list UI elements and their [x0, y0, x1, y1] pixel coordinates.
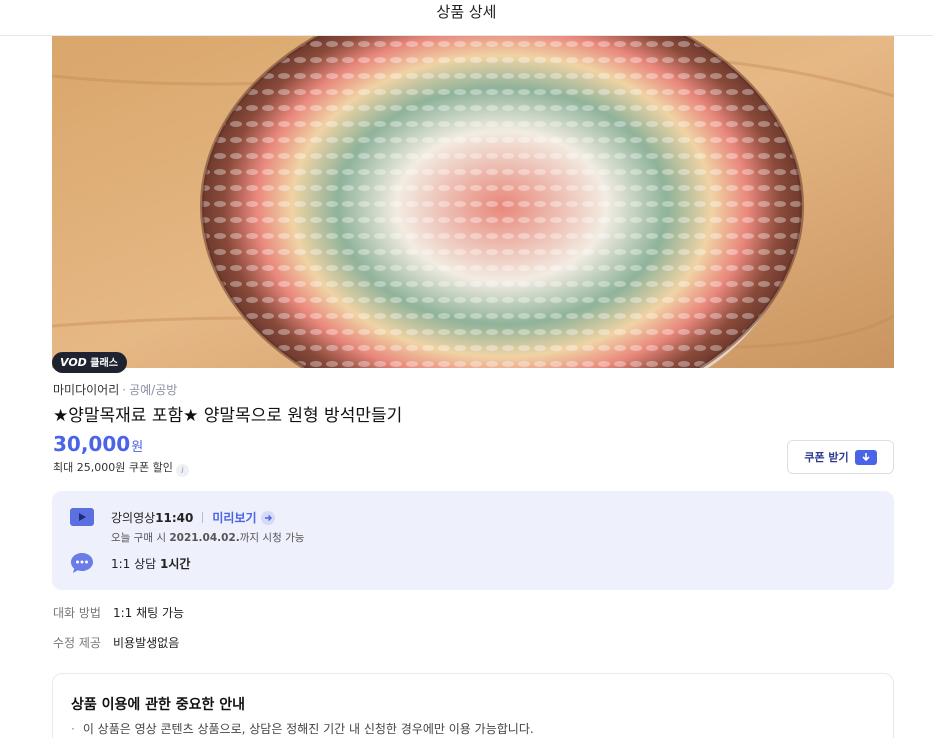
arrow-right-icon[interactable]: [260, 510, 275, 525]
detail-key: 대화 방법: [53, 606, 101, 620]
consult-label: 1:1 상담: [111, 557, 161, 571]
page-title: 상품 상세: [436, 3, 497, 21]
price-amount: 30,000: [53, 432, 131, 456]
detail-key: 수정 제공: [53, 636, 101, 650]
video-info: 강의영상 11:40 미리보기: [111, 509, 275, 526]
price: 30,000원: [53, 432, 143, 456]
consult-info: 1:1 상담 1시간: [111, 555, 190, 572]
product-title: ★양말목재료 포함★ 양말목으로 원형 방석만들기: [53, 406, 403, 426]
seller-name[interactable]: 마미다이어리: [53, 383, 119, 397]
discount-prefix: 최대: [53, 461, 77, 474]
coupon-discount-info: 최대 25,000원 쿠폰 할인 i: [53, 459, 189, 477]
product-photo-illustration: [52, 36, 894, 368]
divider: [202, 512, 204, 523]
access-suffix: 까지 시청 가능: [239, 532, 305, 544]
vod-class-badge: VOD 클래스: [52, 352, 127, 373]
product-image: [52, 36, 894, 368]
detail-row-chat-method: 대화 방법 1:1 채팅 가능: [53, 604, 184, 621]
discount-amount: 25,000원: [76, 461, 126, 474]
coupon-button-label: 쿠폰 받기: [804, 451, 849, 464]
info-icon[interactable]: i: [175, 464, 189, 477]
top-bar: 상품 상세: [0, 0, 933, 36]
detail-value: 1:1 채팅 가능: [113, 606, 185, 620]
access-date: 2021.04.02.: [169, 532, 240, 544]
video-label: 강의영상: [111, 511, 156, 525]
consult-duration: 1시간: [160, 557, 191, 571]
download-arrow-icon: [854, 449, 877, 465]
price-currency: 원: [131, 440, 144, 455]
vod-label: VOD: [60, 356, 87, 369]
chat-bubble-icon: [70, 552, 94, 578]
get-coupon-button[interactable]: 쿠폰 받기: [787, 440, 894, 474]
discount-suffix: 쿠폰 할인: [125, 461, 173, 474]
detail-value: 비용발생없음: [113, 636, 180, 650]
notice-bullet: ·: [71, 722, 75, 736]
category-link[interactable]: 공예/공방: [129, 383, 177, 397]
preview-link[interactable]: 미리보기: [212, 509, 256, 526]
notice-item: · 이 상품은 영상 콘텐츠 상품으로, 상담은 정해진 기간 내 신청한 경우에…: [71, 720, 534, 737]
play-icon: [70, 508, 94, 530]
notice-title: 상품 이용에 관한 중요한 안내: [71, 697, 246, 713]
access-prefix: 오늘 구매 시: [111, 532, 170, 544]
notice-text: 이 상품은 영상 콘텐츠 상품으로, 상담은 정해진 기간 내 신청한 경우에만…: [82, 722, 534, 736]
detail-row-revision: 수정 제공 비용발생없음: [53, 634, 179, 651]
class-label: 클래스: [90, 358, 118, 369]
access-period: 오늘 구매 시 2021.04.02.까지 시청 가능: [111, 530, 304, 545]
meta-separator: ·: [122, 383, 127, 397]
features-box: 강의영상 11:40 미리보기 오늘 구매 시 2021.04.02.까지 시청…: [52, 491, 894, 590]
product-meta: 마미다이어리 · 공예/공방: [53, 381, 177, 398]
video-duration: 11:40: [155, 510, 194, 525]
usage-notice: 상품 이용에 관한 중요한 안내 · 이 상품은 영상 콘텐츠 상품으로, 상담은…: [52, 673, 894, 738]
